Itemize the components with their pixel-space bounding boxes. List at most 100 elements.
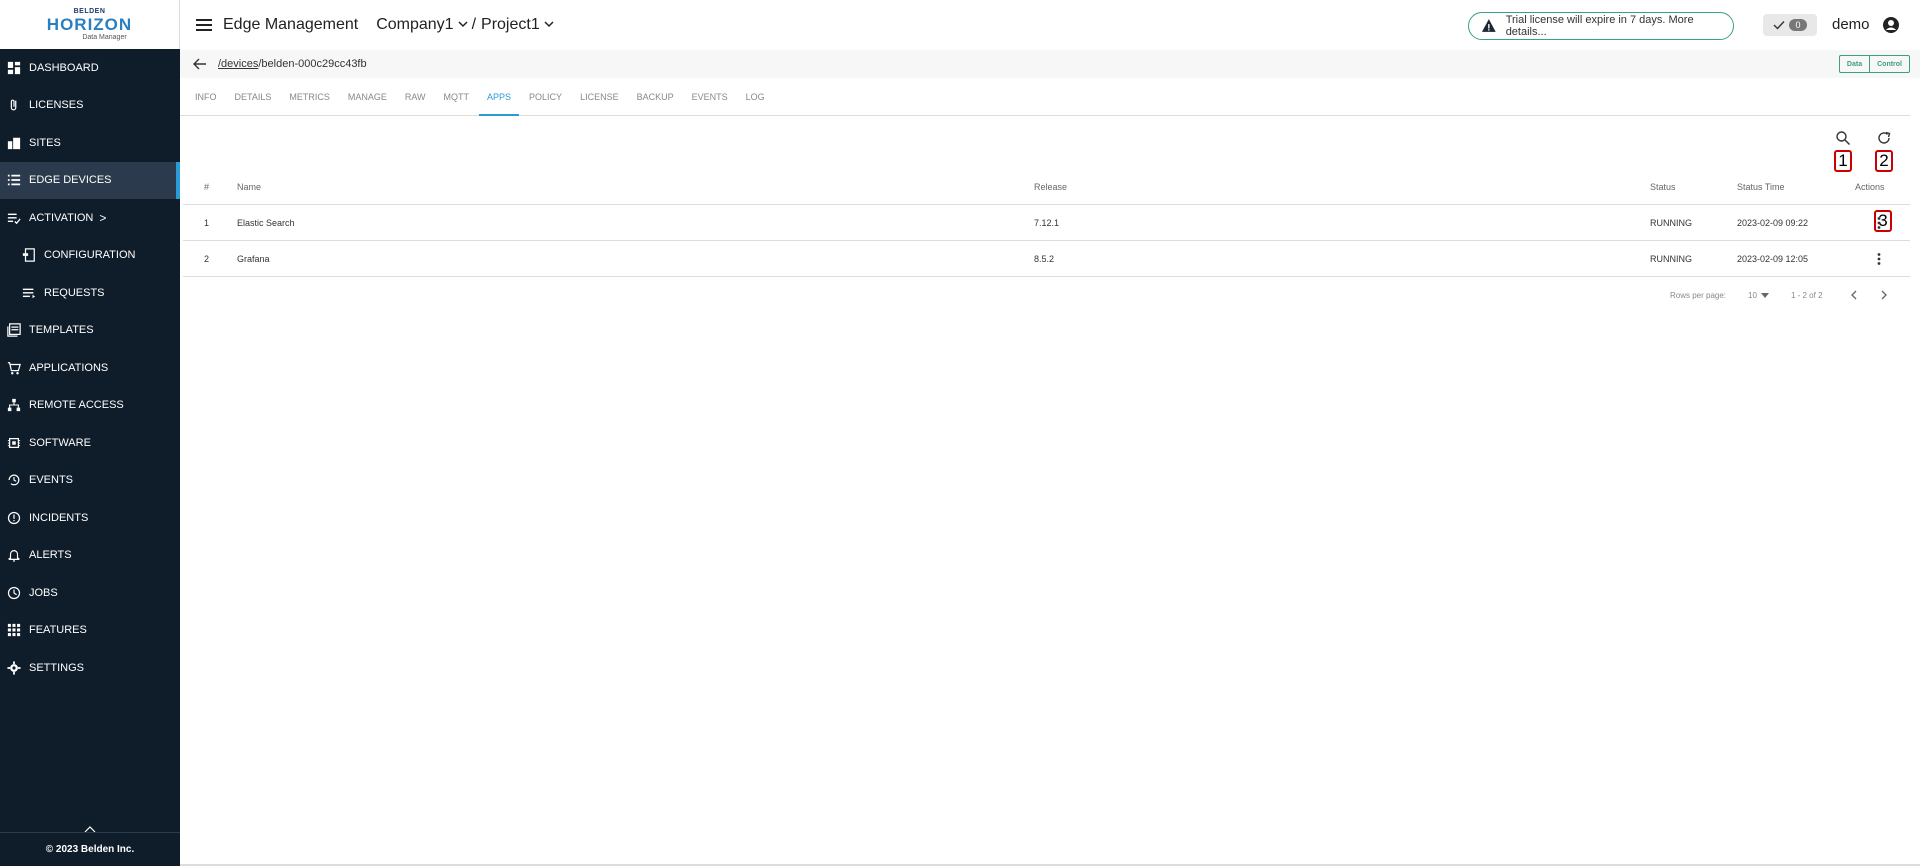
alert-circle-icon <box>6 510 22 526</box>
logo-brand-main: HORIZON <box>46 14 133 34</box>
templates-icon <box>6 322 22 338</box>
sidebar-collapse-icon[interactable] <box>82 820 98 833</box>
tab-info[interactable]: INFO <box>195 78 217 116</box>
devices-link[interactable]: /devices <box>218 58 258 70</box>
sidebar-item-label: SOFTWARE <box>29 436 91 449</box>
company-chevron-down-icon[interactable] <box>458 19 468 31</box>
sidebar-item-software[interactable]: SOFTWARE <box>0 424 180 462</box>
annotation-marker-2: 2 <box>1875 150 1893 172</box>
account-circle-icon[interactable] <box>1882 16 1900 34</box>
sidebar-item-features[interactable]: FEATURES <box>0 612 180 650</box>
sidebar-item-applications[interactable]: APPLICATIONS <box>0 349 180 387</box>
requests-icon <box>21 285 37 301</box>
tab-metrics[interactable]: METRICS <box>289 78 330 116</box>
tab-license[interactable]: LICENSE <box>580 78 619 116</box>
chip-icon <box>6 435 22 451</box>
sidebar-item-label: SITES <box>29 136 61 149</box>
building-icon <box>6 135 22 151</box>
sidebar-item-requests[interactable]: REQUESTS <box>0 274 180 312</box>
logo: BELDEN HORIZON Data Manager <box>0 0 180 49</box>
previous-page-icon[interactable] <box>1849 290 1859 300</box>
dashboard-icon <box>6 60 22 76</box>
tab-mqtt[interactable]: MQTT <box>444 78 470 116</box>
tab-events[interactable]: EVENTS <box>692 78 728 116</box>
sidebar-item-incidents[interactable]: INCIDENTS <box>0 499 180 537</box>
refresh-icon[interactable] <box>1876 130 1892 146</box>
pagination: Rows per page: 10 1 - 2 of 2 <box>1670 290 1889 300</box>
rows-per-page-value: 10 <box>1748 290 1757 300</box>
column-header-status-time[interactable]: Status Time <box>1737 170 1785 204</box>
tab-backup[interactable]: BACKUP <box>637 78 674 116</box>
sidebar-item-label: EVENTS <box>29 474 74 487</box>
trial-license-banner[interactable]: Trial license will expire in 7 days. Mor… <box>1468 12 1734 40</box>
sidebar-item-alerts[interactable]: ALERTS <box>0 537 180 575</box>
sidebar-nav: DASHBOARD LICENSES SITES EDGE DEVICES ACTIVA… <box>0 49 180 687</box>
check-icon <box>1773 21 1785 30</box>
table-row[interactable]: 2 Grafana 8.5.2 RUNNING 2023-02-09 12:05 <box>183 241 1910 277</box>
hamburger-menu-icon[interactable] <box>194 15 214 35</box>
sidebar-item-label: LICENSES <box>29 99 84 112</box>
sidebar-item-label: EDGE DEVICES <box>29 174 112 187</box>
sidebar-item-events[interactable]: EVENTS <box>0 462 180 500</box>
sidebar-item-configuration[interactable]: CONFIGURATION <box>0 237 180 275</box>
tab-apps[interactable]: APPS <box>479 78 520 116</box>
project-chevron-down-icon[interactable] <box>544 19 554 31</box>
data-mode-button[interactable]: Data <box>1840 56 1869 72</box>
sidebar-item-remote-access[interactable]: REMOTE ACCESS <box>0 387 180 425</box>
sidebar-item-sites[interactable]: SITES <box>0 124 180 162</box>
project-selector[interactable]: Project1 <box>481 16 540 34</box>
annotation-marker-1: 1 <box>1834 150 1852 172</box>
notification-count-badge: 0 <box>1789 19 1807 31</box>
table-header-row: # Name Release Status Status Time Action… <box>183 170 1910 205</box>
back-arrow-icon[interactable] <box>192 56 208 72</box>
sidebar-item-settings[interactable]: SETTINGS <box>0 649 180 687</box>
column-header-release[interactable]: Release <box>1034 170 1067 204</box>
app-release: 7.12.1 <box>1034 217 1060 228</box>
top-header: Edge Management Company1 / Project1 Tria… <box>180 0 1920 50</box>
bell-icon <box>6 547 22 563</box>
device-path-bar: /devices/belden-000c29cc43fb Data Contro… <box>180 50 1920 78</box>
sidebar-item-label: JOBS <box>29 586 58 599</box>
tab-policy[interactable]: POLICY <box>529 78 562 116</box>
app-name: Elastic Search <box>237 217 295 228</box>
table-row[interactable]: 1 Elastic Search 7.12.1 RUNNING 2023-02-09 0… <box>183 205 1910 241</box>
cart-icon <box>6 360 22 376</box>
row-actions <box>1872 241 1886 276</box>
app-name: Grafana <box>237 253 270 264</box>
company-selector[interactable]: Company1 <box>376 16 453 34</box>
search-icon[interactable] <box>1835 130 1851 146</box>
sidebar-item-dashboard[interactable]: DASHBOARD <box>0 49 180 87</box>
breadcrumb-separator: / <box>471 16 477 33</box>
network-icon <box>6 397 22 413</box>
notifications-button[interactable]: 0 <box>1763 14 1817 36</box>
sidebar: BELDEN HORIZON Data Manager DASHBOARD LIC… <box>0 0 180 866</box>
row-actions <box>1872 205 1886 240</box>
control-mode-button[interactable]: Control <box>1869 56 1909 72</box>
sidebar-item-licenses[interactable]: LICENSES <box>0 87 180 125</box>
sidebar-item-label: REMOTE ACCESS <box>29 399 124 412</box>
dropdown-arrow-icon <box>1760 292 1769 298</box>
column-header-actions: Actions <box>1855 182 1885 192</box>
sidebar-item-edge-devices[interactable]: EDGE DEVICES <box>0 161 180 199</box>
more-vert-icon[interactable] <box>1872 216 1886 230</box>
device-path: /devices/belden-000c29cc43fb <box>218 58 367 70</box>
table-body: 1 Elastic Search 7.12.1 RUNNING 2023-02-09 0… <box>183 205 1910 277</box>
apps-table: # Name Release Status Status Time Action… <box>183 170 1910 277</box>
tab-manage[interactable]: MANAGE <box>348 78 387 116</box>
playlist-check-icon <box>6 210 22 226</box>
more-vert-icon[interactable] <box>1872 252 1886 266</box>
rows-per-page-select[interactable]: 10 <box>1748 291 1769 300</box>
username[interactable]: demo <box>1832 16 1870 33</box>
sidebar-item-templates[interactable]: TEMPLATES <box>0 312 180 350</box>
column-header-name[interactable]: Name <box>237 170 261 204</box>
history-icon <box>6 472 22 488</box>
chevron-right-icon[interactable]: > <box>99 211 106 225</box>
tab-log[interactable]: LOG <box>746 78 765 116</box>
column-header-status[interactable]: Status <box>1650 170 1676 204</box>
sidebar-item-activation[interactable]: ACTIVATION > <box>0 199 180 237</box>
sidebar-item-jobs[interactable]: JOBS <box>0 574 180 612</box>
tab-details[interactable]: DETAILS <box>235 78 272 116</box>
next-page-icon[interactable] <box>1879 290 1889 300</box>
tab-raw[interactable]: RAW <box>405 78 426 116</box>
clock-icon <box>6 585 22 601</box>
